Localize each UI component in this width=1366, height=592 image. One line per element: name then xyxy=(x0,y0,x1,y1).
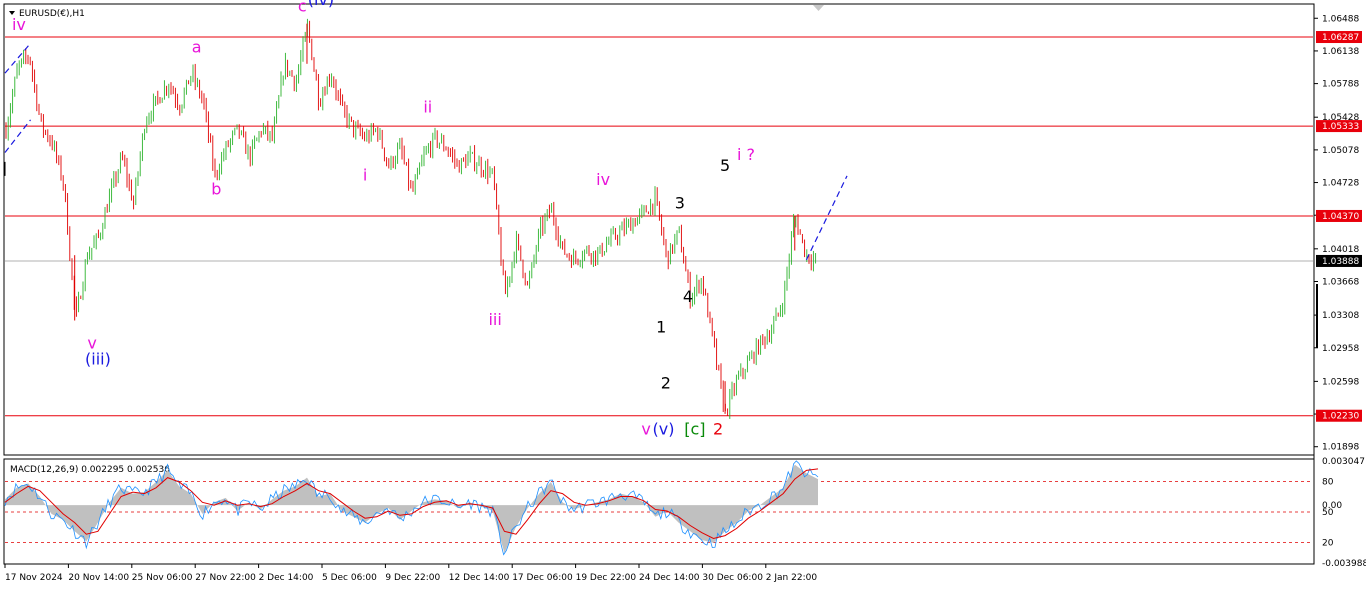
wave-labels: ivv(iii)abc(iv)iiiiiiivv(v)[c]212345i ? xyxy=(12,0,755,438)
main-chart-frame xyxy=(3,3,1315,456)
channel-trendline[interactable] xyxy=(4,42,32,74)
level-price-label: 1.04370 xyxy=(1322,212,1359,222)
current-price-label: 1.03888 xyxy=(1322,257,1359,267)
price-axis: 1.064881.061381.057881.054281.050781.047… xyxy=(1314,14,1362,453)
wave-label: iv xyxy=(12,15,26,34)
wave-label: v xyxy=(641,419,650,438)
price-tick-label: 1.02598 xyxy=(1322,377,1359,387)
wave-label: i xyxy=(363,165,367,184)
time-tick-label: 17 Nov 2024 xyxy=(5,573,63,583)
wave-label: a xyxy=(192,38,202,57)
price-tick-label: 1.06488 xyxy=(1322,14,1359,24)
wave-label: (v) xyxy=(653,419,675,438)
time-tick-label: 12 Dec 14:00 xyxy=(449,573,510,583)
chart-window[interactable]: EURUSD(€),H1 MACD(12,26,9) 0.002295 0.00… xyxy=(0,0,1366,588)
wave-label: iv xyxy=(596,170,610,189)
price-tick-label: 1.01898 xyxy=(1322,443,1359,453)
time-tick-label: 27 Nov 22:00 xyxy=(195,573,256,583)
channel-trendline[interactable] xyxy=(805,175,848,261)
price-tick-label: 1.05788 xyxy=(1322,80,1359,90)
macd-tick-label: -0.003988 xyxy=(1322,559,1366,569)
wave-label: i ? xyxy=(737,145,755,164)
macd-tick-label: 0.003047 xyxy=(1322,457,1365,467)
wave-label: (iv) xyxy=(308,0,334,9)
wave-label: ii xyxy=(423,97,432,116)
wave-label: 2 xyxy=(713,419,723,438)
wave-label: 3 xyxy=(675,193,685,212)
macd-level-label: 20 xyxy=(1322,539,1334,549)
level-price-label: 1.06287 xyxy=(1322,33,1359,43)
time-tick-label: 19 Dec 22:00 xyxy=(576,573,637,583)
time-tick-label: 25 Nov 06:00 xyxy=(132,573,193,583)
wave-label: 5 xyxy=(720,156,730,175)
price-tick-label: 1.06138 xyxy=(1322,47,1359,57)
macd-axis: 8050200.0030470.00-0.003988 xyxy=(1322,457,1366,569)
wave-label: c xyxy=(298,0,307,16)
time-tick-label: 2 Dec 14:00 xyxy=(259,573,314,583)
time-tick-label: 20 Nov 14:00 xyxy=(68,573,129,583)
scroll-marker-icon[interactable] xyxy=(813,5,824,11)
candles xyxy=(5,18,817,419)
wave-label: b xyxy=(211,179,221,198)
wave-label: iii xyxy=(488,310,501,329)
horizontal-levels xyxy=(5,36,1313,417)
time-tick-label: 17 Dec 06:00 xyxy=(512,573,573,583)
wave-label: 1 xyxy=(656,318,666,337)
time-tick-label: 9 Dec 22:00 xyxy=(385,573,440,583)
time-tick-label: 5 Dec 06:00 xyxy=(322,573,377,583)
time-axis: 17 Nov 2024 20 Nov 14:00 25 Nov 06:00 27 No… xyxy=(4,564,818,583)
channel-trendline[interactable] xyxy=(4,119,32,153)
time-tick-label: 2 Jan 22:00 xyxy=(766,573,818,583)
macd-header-label: MACD(12,26,9) 0.002295 0.002536 xyxy=(10,465,170,475)
wave-label: (iii) xyxy=(85,349,111,368)
level-price-label: 1.02230 xyxy=(1322,412,1359,422)
macd-tick-label: 0.00 xyxy=(1322,501,1342,511)
price-tick-label: 1.03308 xyxy=(1322,311,1359,321)
price-tick-label: 1.04018 xyxy=(1322,245,1359,255)
price-scroll-handle[interactable] xyxy=(1316,284,1318,348)
macd-indicator xyxy=(4,460,1313,556)
price-tick-label: 1.05078 xyxy=(1322,146,1359,156)
price-tick-label: 1.03668 xyxy=(1322,277,1359,287)
price-tick-label: 1.04728 xyxy=(1322,179,1359,189)
macd-level-label: 80 xyxy=(1322,477,1334,487)
time-tick-label: 30 Dec 06:00 xyxy=(702,573,763,583)
wave-label: 4 xyxy=(683,287,693,306)
symbol-label[interactable]: EURUSD(€),H1 xyxy=(19,9,85,19)
level-price-label: 1.05333 xyxy=(1322,122,1359,132)
macd-histogram xyxy=(5,464,818,553)
wave-label: [c] xyxy=(684,419,705,438)
wave-label: 2 xyxy=(661,374,671,393)
chart-svg[interactable]: EURUSD(€),H1 MACD(12,26,9) 0.002295 0.00… xyxy=(0,0,1366,588)
price-tick-label: 1.02958 xyxy=(1322,344,1359,354)
time-tick-label: 24 Dec 14:00 xyxy=(639,573,700,583)
